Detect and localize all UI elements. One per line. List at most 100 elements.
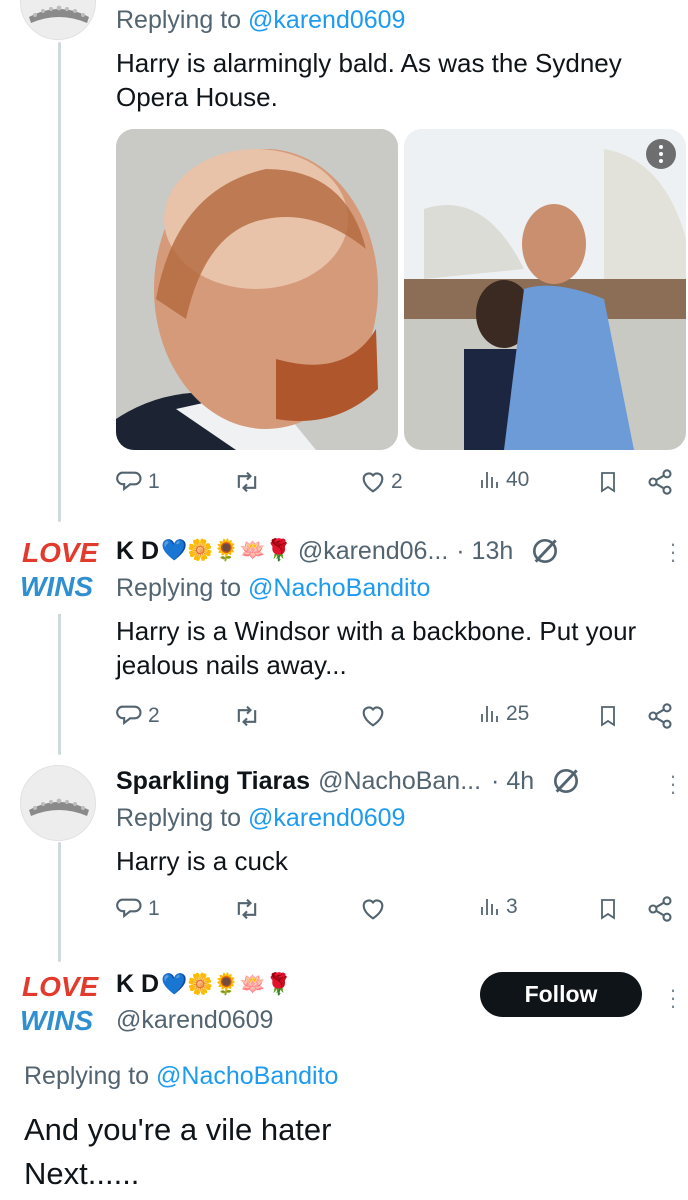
reply-button[interactable]: 1: [116, 895, 160, 923]
bookmark-icon: [601, 706, 615, 727]
more-options-icon[interactable]: · · ·: [668, 765, 678, 803]
share-button[interactable]: [646, 702, 674, 730]
retweet-icon: [237, 898, 257, 920]
replying-prefix: Replying to: [116, 6, 242, 34]
like-button[interactable]: [359, 702, 387, 730]
share-icon: [648, 896, 672, 922]
avatar[interactable]: LOVE WINS: [18, 532, 100, 614]
like-button[interactable]: [359, 895, 387, 923]
replying-to: Replying to @NachoBandito: [116, 572, 430, 604]
ai-grok-icon: [554, 769, 579, 793]
bookmark-button[interactable]: [596, 702, 620, 730]
reply-button[interactable]: 2: [116, 702, 160, 730]
bookmark-icon: [601, 472, 615, 493]
tweet-text: Harry is alarmingly bald. As was the Syd…: [116, 46, 676, 114]
tweet-header: Sparkling Tiaras @NachoBan... · 4h: [116, 765, 582, 797]
tweet-text-line: jealous nails away...: [116, 650, 347, 680]
avatar-text-wins: WINS: [20, 1005, 93, 1036]
views-button[interactable]: 25: [478, 702, 529, 726]
tweet-text-line: And you're a vile hater: [24, 1112, 332, 1147]
replying-handle-link[interactable]: @karend0609: [248, 6, 405, 34]
reply-icon: [116, 471, 142, 492]
retweet-button[interactable]: [232, 702, 262, 730]
retweet-icon: [237, 471, 257, 493]
avatar[interactable]: LOVE WINS: [18, 966, 100, 1048]
main-tweet-text: And you're a vile hater Next......: [24, 1108, 332, 1196]
tweet-text-line: Opera House.: [116, 82, 278, 112]
tweet-text: Harry is a cuck: [116, 846, 288, 876]
name-emojis: 💙🌼🌻🪷🌹: [161, 539, 292, 562]
heart-icon: [362, 899, 384, 920]
replying-handle-link[interactable]: @karend0609: [248, 804, 405, 832]
thread-line: [58, 842, 61, 962]
thread-line: [58, 42, 61, 522]
replying-prefix: Replying to: [116, 574, 242, 602]
share-icon: [648, 469, 672, 495]
retweet-button[interactable]: [232, 468, 262, 496]
tweet-text-line: Harry is a Windsor with a backbone. Put …: [116, 616, 637, 646]
bookmark-button[interactable]: [596, 895, 620, 923]
tweet-actions: 1 2 40: [116, 468, 676, 508]
more-options-icon[interactable]: [646, 139, 676, 169]
name-emojis: 💙🌼🌻🪷🌹: [161, 972, 292, 996]
user-handle[interactable]: @karend0609: [116, 1006, 273, 1035]
retweet-button[interactable]: [232, 895, 262, 923]
photo-opera-house[interactable]: [404, 129, 686, 450]
share-button[interactable]: [646, 895, 674, 923]
like-count: 2: [391, 470, 403, 493]
replying-handle-link[interactable]: @NachoBandito: [156, 1062, 338, 1090]
timestamp[interactable]: · 13h: [456, 537, 513, 566]
views-count: 40: [506, 468, 530, 491]
avatar-text-wins: WINS: [20, 571, 93, 602]
media-grid: [116, 129, 686, 450]
follow-button[interactable]: Follow: [480, 972, 642, 1017]
reply-count: 2: [148, 704, 160, 727]
more-options-icon[interactable]: · · ·: [668, 979, 678, 1017]
replying-to: Replying to @karend0609: [116, 802, 405, 834]
share-icon: [648, 703, 672, 729]
views-icon: [481, 706, 498, 722]
tweet-header: K D 💙🌼🌻🪷🌹 @karend06... · 13h: [116, 535, 561, 567]
user-handle[interactable]: @karend06...: [298, 537, 448, 566]
thread-line: [58, 600, 61, 755]
display-name[interactable]: Sparkling Tiaras: [116, 767, 310, 796]
more-options-icon[interactable]: · · ·: [668, 533, 678, 571]
user-handle[interactable]: @NachoBan...: [318, 767, 481, 796]
photo-harry-profile[interactable]: [116, 129, 398, 450]
replying-handle-link[interactable]: @NachoBandito: [248, 574, 430, 602]
views-button[interactable]: 3: [478, 895, 518, 919]
like-button[interactable]: 2: [359, 468, 403, 496]
replying-to: Replying to @karend0609: [116, 4, 405, 36]
main-tweet-name-row: K D 💙🌼🌻🪷🌹: [116, 970, 292, 999]
replying-prefix: Replying to: [24, 1062, 150, 1090]
retweet-icon: [237, 705, 257, 727]
share-button[interactable]: [646, 468, 674, 496]
views-icon: [481, 472, 498, 488]
tweet-text-line: Next......: [24, 1156, 140, 1191]
avatar[interactable]: [20, 765, 96, 841]
avatar-text-love: LOVE: [22, 537, 100, 568]
replying-prefix: Replying to: [116, 804, 242, 832]
tweet-actions: 1 3: [116, 895, 676, 935]
bookmark-icon: [601, 899, 615, 920]
ai-grok-icon: [533, 539, 558, 563]
display-name[interactable]: K D: [116, 970, 159, 999]
display-name[interactable]: K D: [116, 537, 159, 566]
views-button[interactable]: 40: [478, 468, 529, 492]
tweet-actions: 2 25: [116, 702, 676, 742]
heart-icon: [362, 706, 384, 727]
reply-count: 1: [148, 470, 160, 493]
reply-icon: [116, 898, 142, 919]
timestamp[interactable]: · 4h: [491, 767, 534, 796]
reply-count: 1: [148, 897, 160, 920]
views-count: 3: [506, 895, 518, 918]
avatar[interactable]: [20, 0, 96, 40]
reply-icon: [116, 705, 142, 726]
heart-icon: [362, 472, 384, 493]
tweet-text: Harry is a Windsor with a backbone. Put …: [116, 614, 682, 682]
avatar-text-love: LOVE: [22, 971, 100, 1002]
replying-to: Replying to @NachoBandito: [24, 1060, 338, 1092]
reply-button[interactable]: 1: [116, 468, 160, 496]
bookmark-button[interactable]: [596, 468, 620, 496]
views-count: 25: [506, 702, 530, 725]
